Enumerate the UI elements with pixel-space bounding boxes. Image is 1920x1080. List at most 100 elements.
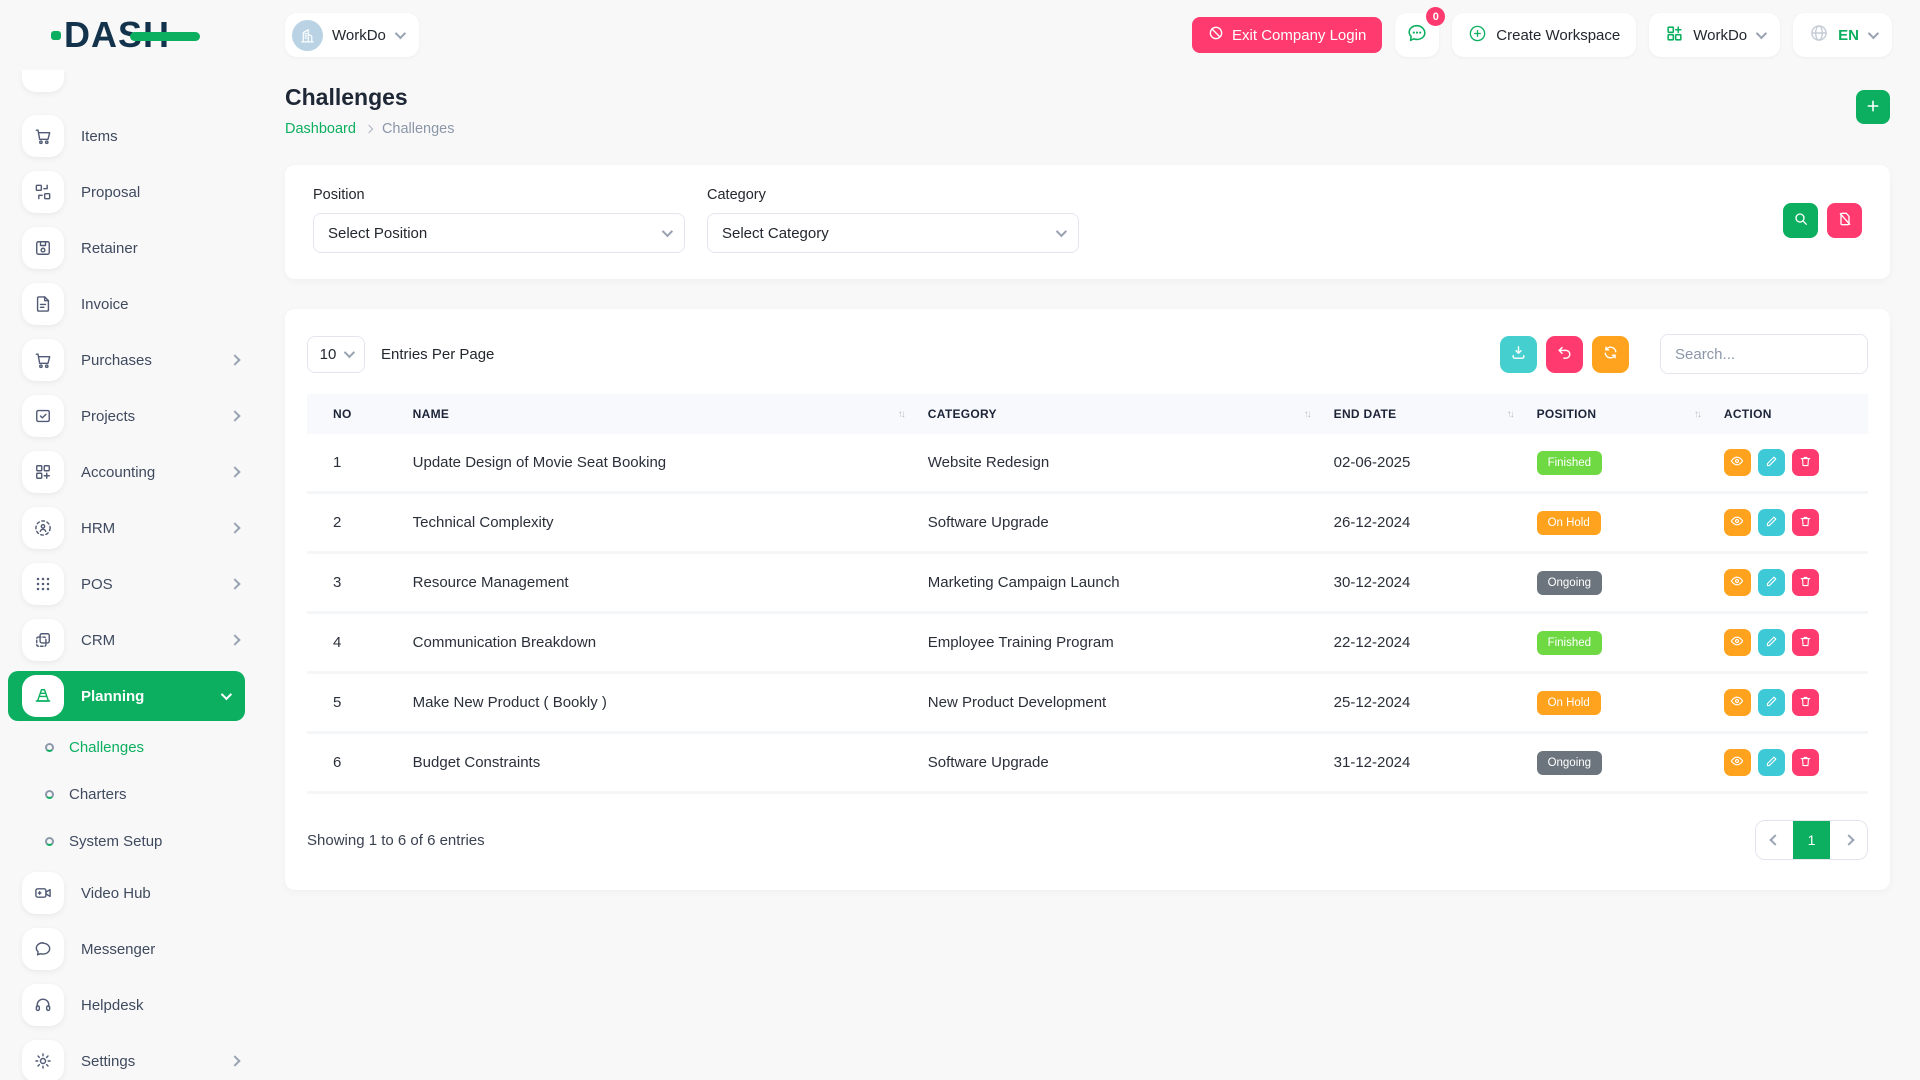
edit-button[interactable] [1758, 569, 1785, 596]
view-button[interactable] [1724, 629, 1751, 656]
exit-company-login-button[interactable]: Exit Company Login [1192, 17, 1382, 53]
sidebar-item-settings[interactable]: Settings [0, 1033, 255, 1080]
pagination: 1 [1755, 820, 1868, 860]
status-badge: Finished [1537, 631, 1602, 655]
create-challenge-button[interactable] [1856, 90, 1890, 124]
view-button[interactable] [1724, 689, 1751, 716]
category-filter-label: Category [707, 187, 1079, 203]
workspace-switcher[interactable]: WorkDo [285, 13, 419, 57]
cell-category: New Product Development [916, 673, 1322, 733]
chevron-right-icon [229, 522, 240, 533]
column-header-name[interactable]: NAME↑↓ [401, 394, 916, 434]
sidebar-item-helpdesk[interactable]: Helpdesk [0, 977, 255, 1033]
breadcrumb-dashboard-link[interactable]: Dashboard [285, 121, 356, 137]
sidebar-item-items[interactable]: Items [0, 108, 255, 164]
entries-per-page-select[interactable]: 10 [307, 336, 365, 373]
table-search-input[interactable] [1660, 334, 1868, 374]
table-header-row: NO NAME↑↓ CATEGORY↑↓ END DATE↑↓ POSITION… [307, 394, 1868, 434]
header-actions: Exit Company Login 0 Create Workspace Wo… [1192, 13, 1892, 57]
page-title: Challenges [285, 84, 455, 111]
chevron-down-icon [662, 226, 673, 237]
delete-button[interactable] [1792, 569, 1819, 596]
sidebar-item-purchases[interactable]: Purchases [0, 332, 255, 388]
sidebar-item-messenger[interactable]: Messenger [0, 921, 255, 977]
delete-button[interactable] [1792, 749, 1819, 776]
view-button[interactable] [1724, 449, 1751, 476]
trash-icon [1799, 515, 1812, 531]
plus-icon [1865, 98, 1881, 117]
messages-button[interactable]: 0 [1395, 13, 1439, 57]
refresh-button[interactable] [1592, 336, 1629, 373]
sidebar-subitem-system-setup[interactable]: System Setup [0, 818, 255, 865]
eye-icon [1730, 514, 1744, 531]
trash-icon [1799, 575, 1812, 591]
delete-button[interactable] [1792, 509, 1819, 536]
sidebar-item-crm[interactable]: CRM [0, 612, 255, 668]
search-icon [1793, 211, 1809, 230]
chevron-down-icon [221, 689, 232, 700]
create-workspace-button[interactable]: Create Workspace [1452, 13, 1636, 57]
chevron-down-icon [395, 28, 406, 39]
cell-no: 6 [307, 733, 401, 793]
headset-icon [22, 984, 64, 1026]
sidebar-subitem-charters[interactable]: Charters [0, 771, 255, 818]
download-icon [1510, 344, 1527, 364]
trash-icon [1799, 635, 1812, 651]
chevron-right-icon [1843, 834, 1854, 845]
undo-arrow-icon [1556, 344, 1573, 364]
edit-button[interactable] [1758, 749, 1785, 776]
edit-button[interactable] [1758, 509, 1785, 536]
page-number-button[interactable]: 1 [1793, 821, 1830, 859]
view-button[interactable] [1724, 749, 1751, 776]
workdo-menu-button[interactable]: WorkDo [1649, 13, 1780, 57]
sidebar-item-hrm[interactable]: HRM [0, 500, 255, 556]
clear-filter-button[interactable] [1827, 203, 1862, 238]
sort-icon: ↑↓ [1507, 409, 1513, 420]
chat-bubble-icon [22, 928, 64, 970]
cart-icon [22, 339, 64, 381]
edit-button[interactable] [1758, 629, 1785, 656]
cell-name: Make New Product ( Bookly ) [401, 673, 916, 733]
sidebar-item-projects[interactable]: Projects [0, 388, 255, 444]
column-header-category[interactable]: CATEGORY↑↓ [916, 394, 1322, 434]
edit-button[interactable] [1758, 689, 1785, 716]
category-select[interactable]: Select Category [707, 213, 1079, 253]
cell-no: 3 [307, 553, 401, 613]
column-header-end-date[interactable]: END DATE↑↓ [1322, 394, 1525, 434]
cell-end-date: 26-12-2024 [1322, 493, 1525, 553]
table-row: 4 Communication Breakdown Employee Train… [307, 613, 1868, 673]
position-select[interactable]: Select Position [313, 213, 685, 253]
sidebar-item-accounting[interactable]: Accounting [0, 444, 255, 500]
delete-button[interactable] [1792, 449, 1819, 476]
next-page-button[interactable] [1830, 821, 1867, 859]
column-header-position[interactable]: POSITION↑↓ [1525, 394, 1712, 434]
refresh-icon [1602, 344, 1619, 364]
language-selector[interactable]: EN [1793, 13, 1892, 57]
chevron-right-icon [229, 466, 240, 477]
sidebar-item-retainer[interactable]: Retainer [0, 220, 255, 276]
delete-button[interactable] [1792, 689, 1819, 716]
message-count-badge: 0 [1426, 7, 1445, 26]
column-header-action[interactable]: ACTION [1712, 394, 1868, 434]
sidebar-item-pos[interactable]: POS [0, 556, 255, 612]
status-badge: On Hold [1537, 691, 1601, 715]
undo-button[interactable] [1546, 336, 1583, 373]
cell-no: 1 [307, 434, 401, 493]
view-button[interactable] [1724, 569, 1751, 596]
cell-name: Budget Constraints [401, 733, 916, 793]
grid-plus-icon [22, 451, 64, 493]
sidebar-item-planning[interactable]: Planning [8, 671, 245, 721]
export-button[interactable] [1500, 336, 1537, 373]
sidebar-subitem-challenges[interactable]: Challenges [0, 724, 255, 771]
column-header-no[interactable]: NO [307, 394, 401, 434]
apply-filter-button[interactable] [1783, 203, 1818, 238]
delete-button[interactable] [1792, 629, 1819, 656]
previous-page-button[interactable] [1756, 821, 1793, 859]
app-logo[interactable]: DASH [64, 14, 170, 56]
edit-button[interactable] [1758, 449, 1785, 476]
chevron-right-icon [229, 410, 240, 421]
view-button[interactable] [1724, 509, 1751, 536]
sidebar-item-proposal[interactable]: Proposal [0, 164, 255, 220]
sidebar-item-invoice[interactable]: Invoice [0, 276, 255, 332]
sidebar-item-video-hub[interactable]: Video Hub [0, 865, 255, 921]
